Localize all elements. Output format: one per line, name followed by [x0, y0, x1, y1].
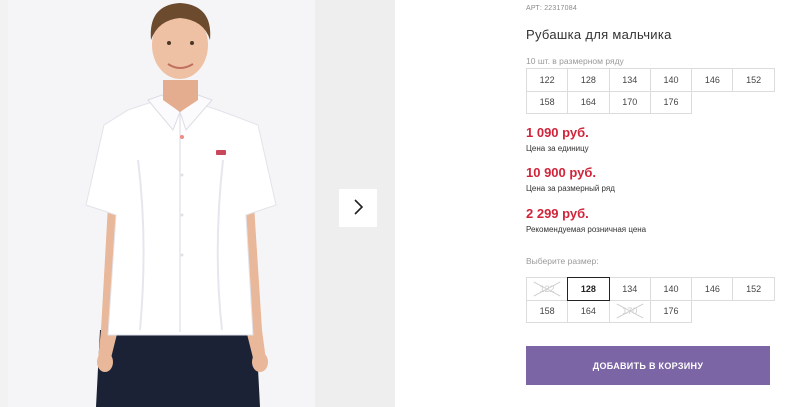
size-option[interactable]: 158 — [526, 299, 569, 323]
chevron-right-icon — [352, 198, 364, 218]
pack-size-cell: 158 — [526, 90, 569, 114]
pack-size-cell: 128 — [567, 68, 610, 92]
size-option-selected[interactable]: 128 — [567, 277, 610, 301]
product-gallery — [0, 0, 395, 407]
pack-size-grid: 122 128 134 140 146 152 158 164 170 176 — [526, 68, 775, 114]
size-option[interactable]: 146 — [691, 277, 734, 301]
unit-price-label: Цена за единицу — [526, 144, 589, 153]
product-title: Рубашка для мальчика — [526, 27, 672, 42]
retail-price-label: Рекомендуемая розничная цена — [526, 225, 647, 234]
pack-price: 10 900 руб. — [526, 165, 597, 180]
pack-size-cell: 170 — [608, 90, 651, 114]
add-to-cart-button[interactable]: ДОБАВИТЬ В КОРЗИНУ — [526, 346, 770, 385]
size-option[interactable]: 134 — [608, 277, 651, 301]
pack-size-cell: 164 — [567, 90, 610, 114]
pack-size-cell: 152 — [732, 68, 775, 92]
pack-size-cell: 176 — [649, 90, 693, 114]
size-option[interactable]: 152 — [732, 277, 775, 301]
size-option[interactable]: 176 — [649, 299, 693, 323]
size-selector: 122 128 134 140 146 152 158 164 170 176 — [526, 277, 775, 323]
product-photo[interactable] — [8, 0, 315, 407]
size-option[interactable]: 140 — [649, 277, 693, 301]
pack-size-cell: 146 — [691, 68, 734, 92]
gallery-next-button[interactable] — [339, 189, 377, 227]
article-number: АРТ: 22317084 — [526, 5, 577, 12]
pack-size-cell: 122 — [526, 68, 569, 92]
boy-in-shirt-image — [8, 0, 315, 407]
pack-size-cell: 134 — [608, 68, 651, 92]
pack-price-label: Цена за размерный ряд — [526, 184, 615, 193]
size-select-label: Выберите размер: — [526, 256, 599, 266]
pack-size-cell: 140 — [649, 68, 693, 92]
size-option[interactable]: 164 — [567, 299, 610, 323]
pack-note: 10 шт. в размерном ряду — [526, 56, 624, 66]
size-option-unavailable: 170 — [608, 299, 651, 323]
unit-price: 1 090 руб. — [526, 125, 589, 140]
retail-price: 2 299 руб. — [526, 206, 589, 221]
size-option-unavailable: 122 — [526, 277, 569, 301]
